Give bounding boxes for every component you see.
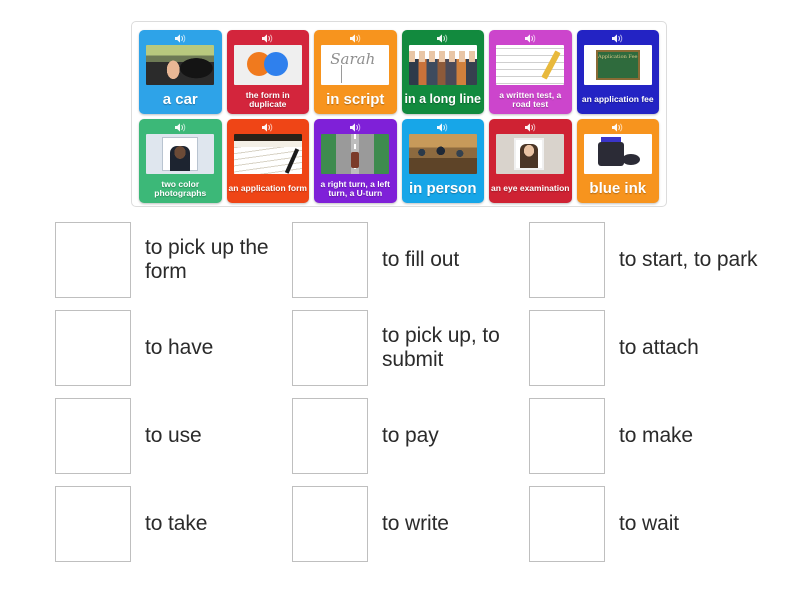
drop-box-8[interactable] <box>529 398 605 474</box>
card-label: a written test, a road test <box>499 89 562 109</box>
answer-item-4: to pick up, to submit <box>292 304 529 392</box>
answer-item-5: to attach <box>529 304 766 392</box>
drop-box-9[interactable] <box>55 486 131 562</box>
drop-box-0[interactable] <box>55 222 131 298</box>
answer-item-8: to make <box>529 392 766 480</box>
drop-box-1[interactable] <box>292 222 368 298</box>
drop-box-10[interactable] <box>292 486 368 562</box>
card-thumbnail <box>146 45 215 85</box>
card-9[interactable]: in person <box>401 119 485 203</box>
card-7[interactable]: an application form <box>226 119 310 203</box>
answer-row-3: to use to pay to make <box>0 392 800 480</box>
card-8[interactable]: a right turn, a left turn, a U-turn <box>314 119 397 203</box>
card-thumbnail <box>408 134 477 174</box>
answer-label-4: to pick up, to submit <box>382 323 500 371</box>
card-thumbnail <box>146 134 215 174</box>
speaker-icon[interactable] <box>489 30 572 45</box>
card-thumbnail <box>408 45 477 85</box>
card-row-1: a car the form in duplicate in script in… <box>139 30 659 114</box>
answer-label-9: to take <box>145 511 208 535</box>
speaker-icon[interactable] <box>139 30 222 45</box>
card-3[interactable]: in a long line <box>401 30 485 114</box>
answer-label-6: to use <box>145 423 202 447</box>
card-row-2: two color photographs an application for… <box>139 119 659 203</box>
card-0[interactable]: a car <box>139 30 222 114</box>
answer-label-8: to make <box>619 423 693 447</box>
card-label: blue ink <box>589 179 647 197</box>
answer-row-2: to have to pick up, to submit to attach <box>0 304 800 392</box>
answer-label-5: to attach <box>619 335 699 359</box>
card-label: an application form <box>228 183 307 194</box>
card-5[interactable]: an application fee <box>576 30 660 114</box>
card-label: in script <box>326 90 385 108</box>
answer-label-1: to fill out <box>382 247 460 271</box>
drop-box-2[interactable] <box>529 222 605 298</box>
answer-item-1: to fill out <box>292 216 529 304</box>
card-label: an eye examination <box>491 183 570 194</box>
answer-item-6: to use <box>55 392 292 480</box>
card-1[interactable]: the form in duplicate <box>226 30 310 114</box>
card-thumbnail <box>496 134 565 174</box>
card-thumbnail <box>321 134 390 174</box>
speaker-icon[interactable] <box>577 30 660 45</box>
card-label: in person <box>408 179 477 197</box>
speaker-icon[interactable] <box>402 119 485 134</box>
card-label: two color photographs <box>154 178 207 198</box>
answer-label-10: to write <box>382 511 449 535</box>
speaker-icon[interactable] <box>227 119 310 134</box>
drop-box-7[interactable] <box>292 398 368 474</box>
card-label: a right turn, a left turn, a U-turn <box>320 178 390 198</box>
card-label: in a long line <box>404 92 481 106</box>
answer-row-1: to pick up the form to fill out to start… <box>0 216 800 304</box>
drop-box-5[interactable] <box>529 310 605 386</box>
answer-label-11: to wait <box>619 511 679 535</box>
answer-item-9: to take <box>55 480 292 568</box>
card-tray: a car the form in duplicate in script in… <box>131 21 667 207</box>
speaker-icon[interactable] <box>314 119 397 134</box>
card-10[interactable]: an eye examination <box>489 119 572 203</box>
card-11[interactable]: blue ink <box>576 119 660 203</box>
drop-box-4[interactable] <box>292 310 368 386</box>
card-label: an application fee <box>581 94 654 105</box>
answer-row-4: to take to write to wait <box>0 480 800 568</box>
answer-item-3: to have <box>55 304 292 392</box>
card-2[interactable]: in script <box>314 30 397 114</box>
card-thumbnail <box>583 134 652 174</box>
answer-item-11: to wait <box>529 480 766 568</box>
answer-label-2: to start, to park <box>619 247 758 271</box>
answer-item-10: to write <box>292 480 529 568</box>
drop-box-6[interactable] <box>55 398 131 474</box>
answer-label-0: to pick up the form <box>145 235 269 283</box>
speaker-icon[interactable] <box>314 30 397 45</box>
card-label: the form in duplicate <box>245 89 290 109</box>
card-4[interactable]: a written test, a road test <box>489 30 572 114</box>
answer-item-7: to pay <box>292 392 529 480</box>
speaker-icon[interactable] <box>139 119 222 134</box>
answer-item-0: to pick up the form <box>55 216 292 304</box>
drop-box-3[interactable] <box>55 310 131 386</box>
drop-box-11[interactable] <box>529 486 605 562</box>
speaker-icon[interactable] <box>577 119 660 134</box>
card-thumbnail <box>321 45 390 85</box>
answer-item-2: to start, to park <box>529 216 766 304</box>
answer-grid: to pick up the form to fill out to start… <box>0 216 800 568</box>
card-thumbnail <box>233 45 302 85</box>
speaker-icon[interactable] <box>227 30 310 45</box>
card-6[interactable]: two color photographs <box>139 119 222 203</box>
card-thumbnail <box>496 45 565 85</box>
card-thumbnail <box>233 134 302 174</box>
speaker-icon[interactable] <box>489 119 572 134</box>
speaker-icon[interactable] <box>402 30 485 45</box>
card-label: a car <box>162 90 198 108</box>
answer-label-3: to have <box>145 335 214 359</box>
card-thumbnail <box>583 45 652 85</box>
answer-label-7: to pay <box>382 423 439 447</box>
